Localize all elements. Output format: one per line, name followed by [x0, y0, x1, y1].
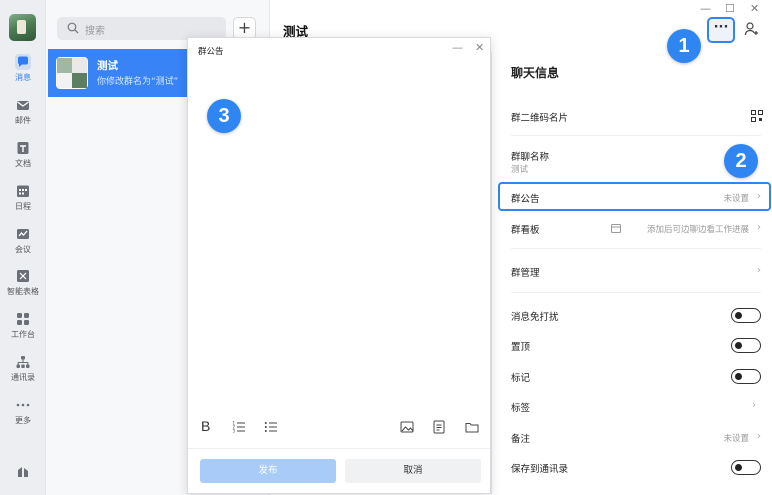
save-contacts-label: 保存到通讯录	[511, 464, 569, 475]
document-icon[interactable]	[432, 420, 446, 434]
save-contacts-row: 保存到通讯录	[492, 460, 772, 476]
qr-card-row[interactable]: 群二维码名片	[492, 108, 772, 128]
nav-item-docs[interactable]: 文档	[0, 140, 46, 169]
nav-item-mail[interactable]: 邮件	[0, 97, 46, 126]
numbered-list-icon[interactable]: 123	[232, 420, 246, 434]
chevron-right-icon: ›	[757, 222, 761, 233]
calendar-icon	[17, 185, 29, 197]
nav-label: 工作台	[11, 330, 35, 339]
nav-item-meetings[interactable]: 会议	[0, 226, 46, 255]
mute-row: 消息免打扰	[492, 308, 772, 324]
pin-label: 置顶	[511, 342, 531, 353]
nav-label: 智能表格	[7, 287, 39, 296]
announcement-label: 群公告	[511, 194, 540, 205]
close-icon[interactable]: ✕	[750, 2, 759, 15]
chat-item-title: 测试	[97, 60, 118, 72]
bold-button[interactable]: B	[201, 418, 210, 434]
announcement-value: 未设置	[723, 194, 749, 204]
remark-row[interactable]: 备注 未设置 ›	[492, 431, 772, 445]
mute-toggle[interactable]	[731, 308, 761, 323]
group-avatar	[56, 57, 88, 89]
group-board-row[interactable]: 群看板 添加后可边聊边看工作进展 ›	[492, 222, 772, 236]
announcement-row[interactable]: 群公告 未设置 ›	[492, 191, 772, 205]
save-contacts-toggle[interactable]	[731, 460, 761, 475]
plus-icon: +	[237, 18, 252, 37]
panel-title: 聊天信息	[511, 66, 560, 80]
mute-label: 消息免打扰	[511, 312, 559, 323]
more-options-button[interactable]: ···	[707, 17, 735, 43]
group-manage-row[interactable]: 群管理 ›	[492, 265, 772, 279]
maximize-icon[interactable]: ☐	[725, 2, 735, 15]
nav-label: 通讯录	[11, 373, 35, 382]
folder-icon[interactable]	[465, 420, 479, 434]
image-icon[interactable]	[400, 420, 414, 434]
nav-label: 更多	[15, 416, 31, 425]
group-board-value: 添加后可边聊边看工作进展	[646, 225, 749, 235]
mark-label: 标记	[511, 373, 531, 384]
chat-item-preview: 你修改群名为“测试”	[97, 77, 179, 87]
remark-value: 未设置	[723, 434, 749, 444]
app-logo-icon	[18, 467, 28, 477]
pin-row: 置顶	[492, 338, 772, 354]
contacts-icon	[16, 356, 30, 368]
nav-item-bottom[interactable]	[0, 463, 46, 479]
chevron-right-icon: ›	[757, 191, 761, 202]
meeting-icon	[17, 229, 29, 239]
chevron-right-icon: ›	[752, 400, 756, 411]
chat-info-panel: 聊天信息 群二维码名片 群聊名称 测试 群公告 未设置 › 群看板 添加后可边聊…	[491, 52, 772, 495]
more-icon	[16, 403, 30, 407]
publish-button[interactable]: 发布	[200, 459, 336, 483]
chevron-right-icon: ›	[757, 265, 761, 276]
nav-item-workbench[interactable]: 工作台	[0, 311, 46, 340]
svg-text:3: 3	[233, 429, 236, 434]
tags-row[interactable]: 标签 ›	[492, 400, 772, 414]
group-board-label: 群看板	[511, 225, 540, 236]
document-icon	[17, 142, 29, 154]
chat-bubble-icon	[15, 54, 31, 70]
group-name-value: 测试	[511, 165, 529, 175]
nav-label: 消息	[15, 73, 31, 82]
nav-label: 文档	[15, 159, 31, 168]
add-member-icon[interactable]	[744, 21, 760, 37]
minimize-icon[interactable]: —	[452, 41, 463, 54]
left-nav: 消息 邮件 文档 日程 会议 智能表格 工作台 通讯录 更多	[0, 0, 46, 495]
dialog-title: 群公告	[198, 47, 224, 57]
workbench-icon	[17, 313, 29, 325]
nav-item-calendar[interactable]: 日程	[0, 183, 46, 212]
step-badge-2: 2	[724, 144, 758, 178]
mark-toggle[interactable]	[731, 369, 761, 384]
nav-label: 邮件	[15, 116, 31, 125]
minimize-icon[interactable]: —	[700, 2, 711, 15]
tags-label: 标签	[511, 403, 531, 414]
mail-icon	[17, 101, 29, 110]
pin-toggle[interactable]	[731, 338, 761, 353]
step-badge-1: 1	[667, 29, 701, 63]
remark-label: 备注	[511, 434, 531, 445]
search-icon	[67, 22, 79, 34]
nav-label: 会议	[15, 245, 31, 254]
board-icon	[611, 224, 621, 233]
qr-card-label: 群二维码名片	[511, 113, 569, 124]
group-manage-label: 群管理	[511, 268, 540, 279]
chevron-right-icon: ›	[757, 431, 761, 442]
ellipsis-icon: ···	[713, 20, 729, 35]
group-name-label: 群聊名称	[511, 152, 550, 163]
nav-item-messages[interactable]: 消息	[0, 54, 46, 83]
step-badge-3: 3	[207, 99, 241, 133]
cancel-button[interactable]: 取消	[345, 459, 481, 483]
nav-item-contacts[interactable]: 通讯录	[0, 354, 46, 383]
qr-code-icon	[751, 110, 763, 122]
nav-item-smart-table[interactable]: 智能表格	[0, 268, 46, 297]
user-avatar[interactable]	[9, 14, 36, 41]
nav-label: 日程	[15, 202, 31, 211]
smart-table-icon	[17, 270, 29, 282]
search-placeholder: 搜索	[85, 26, 105, 37]
bullet-list-icon[interactable]	[264, 420, 278, 434]
nav-item-more[interactable]: 更多	[0, 397, 46, 426]
close-icon[interactable]: ✕	[475, 41, 484, 54]
mark-row: 标记	[492, 369, 772, 385]
